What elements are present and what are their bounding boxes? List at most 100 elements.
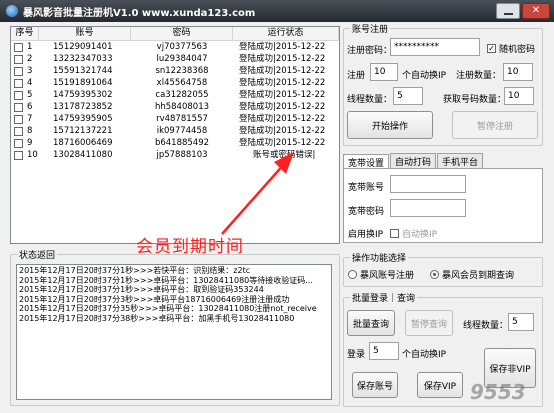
row-number-cell: 9 xyxy=(11,137,39,149)
row-number-cell: 6 xyxy=(11,101,39,113)
row-number-cell: 7 xyxy=(11,113,39,125)
table-row[interactable]: 1 15129091401 vj70377563 登陆成功|2015-12-22 xyxy=(11,41,339,53)
random-password-checkbox[interactable]: 随机密码 xyxy=(487,42,535,55)
password-cell: ik09774458 xyxy=(156,126,208,136)
row-checkbox[interactable] xyxy=(14,138,23,148)
password-cell: vj70377563 xyxy=(156,42,208,52)
header-no[interactable]: 序号 xyxy=(11,27,39,40)
register-count-input[interactable]: 10 xyxy=(503,63,533,81)
row-number: 6 xyxy=(27,102,33,112)
password-cell: rv48781557 xyxy=(156,114,208,124)
row-checkbox[interactable] xyxy=(14,54,23,64)
row-number: 10 xyxy=(27,150,38,160)
batch-thread-label: 线程数量： xyxy=(463,321,509,331)
table-header: 序号 账号 密码 运行状态 xyxy=(11,27,339,41)
header-account[interactable]: 账号 xyxy=(39,27,131,40)
broadband-account-input[interactable] xyxy=(390,175,466,193)
batch-thread-input[interactable]: 5 xyxy=(508,313,534,331)
status-cell: 登陆成功|2015-12-22 xyxy=(239,42,326,52)
checkbox-box[interactable] xyxy=(390,229,399,238)
table-row[interactable]: 8 15712137221 ik09774458 登陆成功|2015-12-22 xyxy=(11,125,339,137)
row-checkbox[interactable] xyxy=(14,102,23,112)
broadband-account-label: 宽带账号 xyxy=(348,183,385,193)
header-password[interactable]: 密码 xyxy=(131,27,233,40)
row-number-cell: 5 xyxy=(11,89,39,101)
account-cell: 13232347033 xyxy=(53,54,113,64)
login-input[interactable]: 5 xyxy=(369,342,399,360)
radio-dot[interactable] xyxy=(430,270,439,279)
thread-count-input[interactable]: 5 xyxy=(393,87,423,105)
account-cell: 14759395905 xyxy=(53,114,113,124)
password-cell: lu29384047 xyxy=(156,54,208,64)
table-row[interactable]: 4 15191891064 xl45564758 登陆成功|2015-12-22 xyxy=(11,77,339,89)
settings-tabs: 宽带设置 自动打码 手机平台 xyxy=(343,153,484,170)
save-vip-button[interactable]: 保存VIP xyxy=(417,372,463,398)
table-row[interactable]: 2 13232347033 lu29384047 登陆成功|2015-12-22 xyxy=(11,53,339,65)
tab-captcha[interactable]: 自动打码 xyxy=(390,153,437,169)
radio-register[interactable]: 暴风账号注册 xyxy=(348,268,414,281)
row-checkbox[interactable] xyxy=(14,78,23,88)
radio-dot[interactable] xyxy=(348,270,357,279)
log-line: 2015年12月17日20时37分3秒>>>卓码平台18716006469注册注… xyxy=(19,294,290,304)
tab-phone-platform[interactable]: 手机平台 xyxy=(437,153,484,169)
row-number: 4 xyxy=(27,78,33,88)
auto-ip-checkbox[interactable]: 自动换IP xyxy=(390,227,437,240)
row-checkbox[interactable] xyxy=(14,66,23,76)
table-row[interactable]: 7 14759395905 rv48781557 登陆成功|2015-12-22 xyxy=(11,113,339,125)
app-icon xyxy=(6,5,18,17)
account-cell: 15191891064 xyxy=(53,78,113,88)
watermark-logo: 9553 xyxy=(470,380,526,404)
broadband-password-input[interactable] xyxy=(390,199,466,217)
title-bar: 暴风影音批量注册机V1.0 www.xunda123.com ✕ xyxy=(0,0,554,22)
row-number-cell: 3 xyxy=(11,65,39,77)
window-title: 暴风影音批量注册机V1.0 www.xunda123.com xyxy=(23,7,256,19)
register-input[interactable]: 10 xyxy=(370,63,398,81)
table-row[interactable]: 6 13178723852 hh58408013 登陆成功|2015-12-22 xyxy=(11,101,339,113)
thread-count-label: 线程数量： xyxy=(347,95,393,105)
header-status[interactable]: 运行状态 xyxy=(233,27,339,40)
pause-query-button[interactable]: 暂停查询 xyxy=(405,310,453,336)
function-select-title: 操作功能选择 xyxy=(350,251,409,264)
status-log[interactable]: 2015年12月17日20时37分1秒>>>若快平台：识别结果：z2tc 201… xyxy=(16,264,332,400)
password-cell: sn12238368 xyxy=(155,66,209,76)
register-password-input[interactable]: ********** xyxy=(390,38,480,56)
row-number-cell: 4 xyxy=(11,77,39,89)
register-auto-ip-label: 个自动换IP xyxy=(402,71,447,81)
row-number: 8 xyxy=(27,126,33,136)
register-label: 注册 xyxy=(347,71,366,81)
row-number: 5 xyxy=(27,90,33,100)
status-cell: 登陆成功|2015-12-22 xyxy=(239,102,326,112)
radio-register-label: 暴风账号注册 xyxy=(360,271,415,281)
batch-query-button[interactable]: 批量查询 xyxy=(347,310,395,336)
broadband-password-label: 宽带密码 xyxy=(348,207,385,217)
close-button[interactable]: ✕ xyxy=(522,3,550,19)
row-number: 7 xyxy=(27,114,33,124)
table-row[interactable]: 3 15591321744 sn12238368 登陆成功|2015-12-22 xyxy=(11,65,339,77)
row-checkbox[interactable] xyxy=(14,114,23,124)
minimize-button[interactable] xyxy=(496,3,520,19)
row-number-cell: 2 xyxy=(11,53,39,65)
auto-ip-label: 自动换IP xyxy=(402,230,438,240)
fetch-count-input[interactable]: 10 xyxy=(504,87,534,105)
save-account-button[interactable]: 保存账号 xyxy=(352,372,398,398)
table-row[interactable]: 5 14759395302 ca31282055 登陆成功|2015-12-22 xyxy=(11,89,339,101)
row-number-cell: 1 xyxy=(11,41,39,53)
row-checkbox[interactable] xyxy=(14,90,23,100)
register-password-label: 注册密码： xyxy=(347,46,393,56)
log-line: 2015年12月17日20时37分1秒>>>卓码平台：13028411080等待… xyxy=(19,275,313,285)
pause-register-button[interactable]: 暂停注册 xyxy=(452,111,538,139)
account-cell: 13178723852 xyxy=(53,102,113,112)
login-label: 登录 xyxy=(347,350,366,360)
status-cell: 登陆成功|2015-12-22 xyxy=(239,90,326,100)
row-number: 9 xyxy=(27,138,33,148)
row-number-cell: 8 xyxy=(11,125,39,137)
checkbox-box[interactable] xyxy=(487,44,496,53)
status-log-title: 状态返回 xyxy=(17,248,58,261)
radio-member-query[interactable]: 暴风会员到期查询 xyxy=(430,268,514,281)
row-checkbox[interactable] xyxy=(14,42,23,52)
row-checkbox[interactable] xyxy=(14,126,23,136)
start-button[interactable]: 开始操作 xyxy=(347,111,433,139)
row-checkbox[interactable] xyxy=(14,150,23,160)
password-cell: xl45564758 xyxy=(156,78,208,88)
row-number: 2 xyxy=(27,54,33,64)
